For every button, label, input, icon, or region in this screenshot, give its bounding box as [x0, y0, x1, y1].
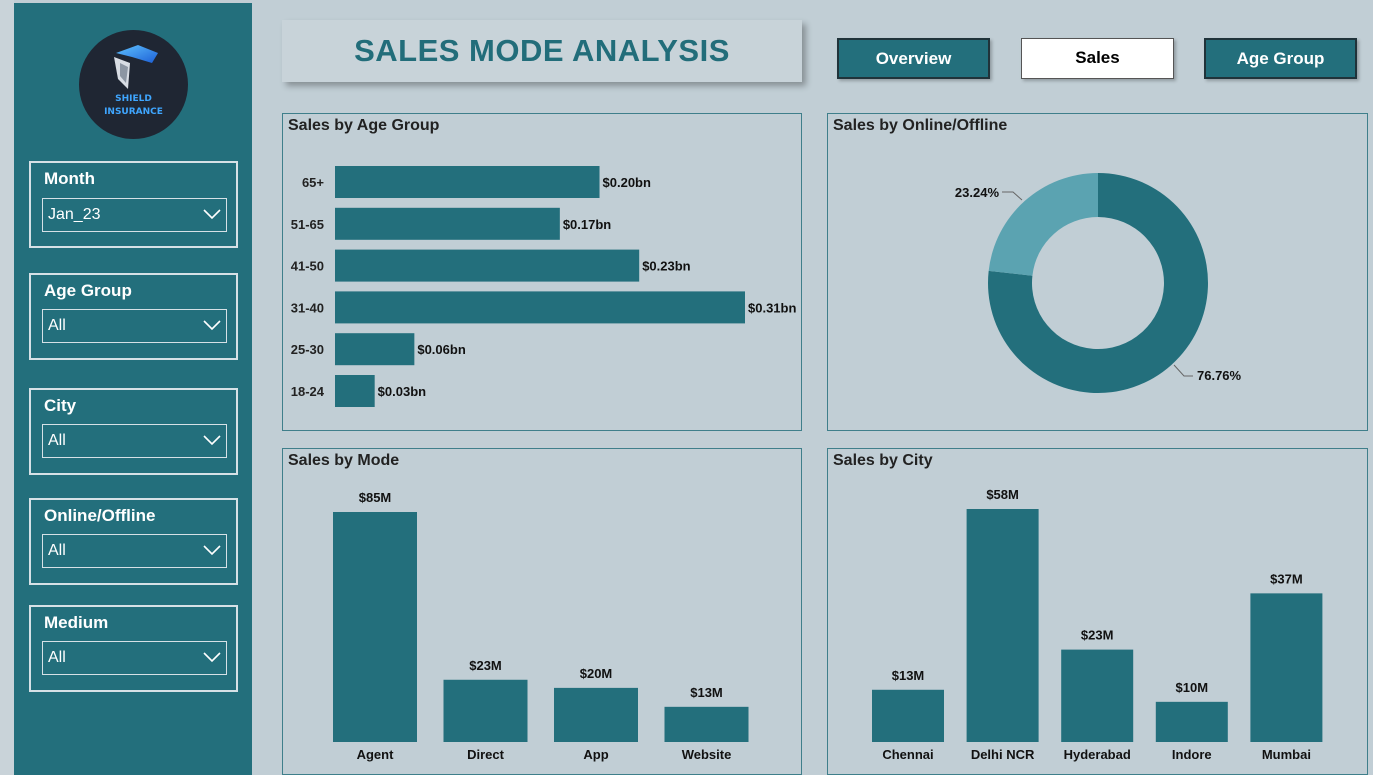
- medium-dropdown[interactable]: All: [42, 641, 227, 675]
- data-label: $0.06bn: [417, 342, 465, 357]
- category-label: 18-24: [291, 384, 325, 399]
- category-label: Agent: [357, 747, 395, 762]
- logo-line-1: SHIELD: [115, 94, 152, 104]
- chevron-down-icon: [203, 652, 221, 663]
- bar: [1061, 649, 1134, 742]
- chart-title: Sales by Mode: [288, 452, 400, 469]
- slicer-month: Month Jan_23: [29, 161, 238, 248]
- data-label: $0.20bn: [603, 175, 651, 190]
- data-label: $0.03bn: [378, 384, 426, 399]
- bar: [335, 207, 560, 240]
- category-label: Mumbai: [1262, 747, 1311, 762]
- category-label: Delhi NCR: [971, 747, 1035, 762]
- chevron-down-icon: [203, 435, 221, 446]
- data-label: $13M: [690, 685, 723, 700]
- category-label: Hyderabad: [1064, 747, 1131, 762]
- chevron-down-icon: [203, 209, 221, 220]
- bar: [335, 333, 415, 366]
- city-bar-chart: $13M Chennai $58M Delhi NCR $23M Hyderabad $10…: [872, 487, 1323, 762]
- month-dropdown[interactable]: Jan_23: [42, 198, 227, 232]
- window-edge: [0, 0, 14, 775]
- chevron-down-icon: [203, 545, 221, 556]
- slicer-online-offline: Online/Offline All: [29, 498, 238, 585]
- category-label: 65+: [302, 175, 324, 190]
- city-dropdown[interactable]: All: [42, 424, 227, 458]
- mode-chart-panel: $85M Agent $23M Direct $20M App $13M Website Sa…: [282, 448, 802, 775]
- age-group-dropdown[interactable]: All: [42, 309, 227, 343]
- mode-bar-chart: $85M Agent $23M Direct $20M App $13M Website: [333, 490, 749, 762]
- bar: [872, 689, 944, 742]
- data-label: 76.76%: [1197, 368, 1242, 383]
- category-label: 51-65: [291, 217, 324, 232]
- bar: [443, 679, 528, 742]
- logo-line-2: INSURANCE: [104, 107, 163, 117]
- dropdown-value: All: [48, 432, 66, 449]
- data-label: $13M: [892, 668, 925, 683]
- bar: [335, 249, 640, 282]
- shield-insurance-logo: SHIELD INSURANCE: [79, 30, 188, 139]
- dropdown-value: All: [48, 317, 66, 334]
- data-label: $10M: [1176, 680, 1209, 695]
- category-label: Indore: [1172, 747, 1212, 762]
- data-label: 23.24%: [955, 185, 1000, 200]
- city-chart-panel: $13M Chennai $58M Delhi NCR $23M Hyderabad $10…: [827, 448, 1368, 775]
- data-label: $23M: [1081, 628, 1114, 643]
- dropdown-value: Jan_23: [48, 206, 101, 223]
- online-offline-donut-chart: 76.76% 23.24%: [955, 173, 1242, 393]
- donut-slice: [988, 173, 1098, 276]
- logo-text: SHIELD INSURANCE: [79, 93, 188, 119]
- category-label: Direct: [467, 747, 505, 762]
- data-label: $58M: [986, 487, 1019, 502]
- dropdown-value: All: [48, 542, 66, 559]
- category-label: Chennai: [882, 747, 933, 762]
- age-group-chart-panel: 65+ $0.20bn 51-65 $0.17bn 41-50 $0.23bn 31-40 $…: [282, 113, 802, 431]
- bar: [1155, 701, 1228, 742]
- slicer-city: City All: [29, 388, 238, 475]
- bar: [335, 291, 745, 324]
- data-label: $0.31bn: [748, 300, 796, 315]
- bar: [1250, 593, 1323, 742]
- data-label: $37M: [1270, 571, 1303, 586]
- dropdown-value: All: [48, 649, 66, 666]
- leader-line: [1002, 191, 1023, 201]
- bar: [333, 512, 417, 742]
- online-offline-dropdown[interactable]: All: [42, 534, 227, 568]
- data-label: $20M: [580, 666, 613, 681]
- category-label: 31-40: [291, 300, 324, 315]
- data-label: $23M: [469, 658, 502, 673]
- slicer-age-group: Age Group All: [29, 273, 238, 360]
- chart-title: Sales by City: [833, 452, 933, 469]
- slicer-title: Age Group: [44, 281, 132, 300]
- data-label: $0.23bn: [642, 259, 690, 274]
- overview-button[interactable]: Overview: [837, 38, 990, 79]
- slicer-title: Medium: [44, 613, 109, 632]
- data-label: $85M: [359, 490, 392, 505]
- slicer-title: City: [44, 396, 77, 415]
- slicer-title: Online/Offline: [44, 506, 156, 525]
- chevron-down-icon: [203, 320, 221, 331]
- sales-button[interactable]: Sales: [1021, 38, 1174, 79]
- bar: [664, 706, 749, 742]
- data-label: $0.17bn: [563, 217, 611, 232]
- shield-icon: [114, 45, 158, 89]
- category-label: App: [583, 747, 608, 762]
- page-title-box: SALES MODE ANALYSIS: [282, 20, 802, 82]
- slicer-title: Month: [44, 169, 95, 188]
- leader-line: [1173, 364, 1193, 377]
- chart-title: Sales by Age Group: [288, 117, 440, 134]
- slicer-medium: Medium All: [29, 605, 238, 692]
- category-label: 41-50: [291, 259, 324, 274]
- category-label: 25-30: [291, 342, 324, 357]
- page-title: SALES MODE ANALYSIS: [354, 33, 730, 68]
- age-group-button[interactable]: Age Group: [1204, 38, 1357, 79]
- bar: [335, 166, 600, 198]
- bar: [554, 687, 638, 742]
- bar: [966, 509, 1039, 742]
- age-group-chart: 65+ $0.20bn 51-65 $0.17bn 41-50 $0.23bn 31-40 $…: [291, 166, 796, 407]
- online-offline-chart-panel: 76.76% 23.24% Sales by Online/Offline: [827, 113, 1368, 431]
- bar: [335, 375, 375, 407]
- chart-title: Sales by Online/Offline: [833, 117, 1008, 134]
- category-label: Website: [682, 747, 732, 762]
